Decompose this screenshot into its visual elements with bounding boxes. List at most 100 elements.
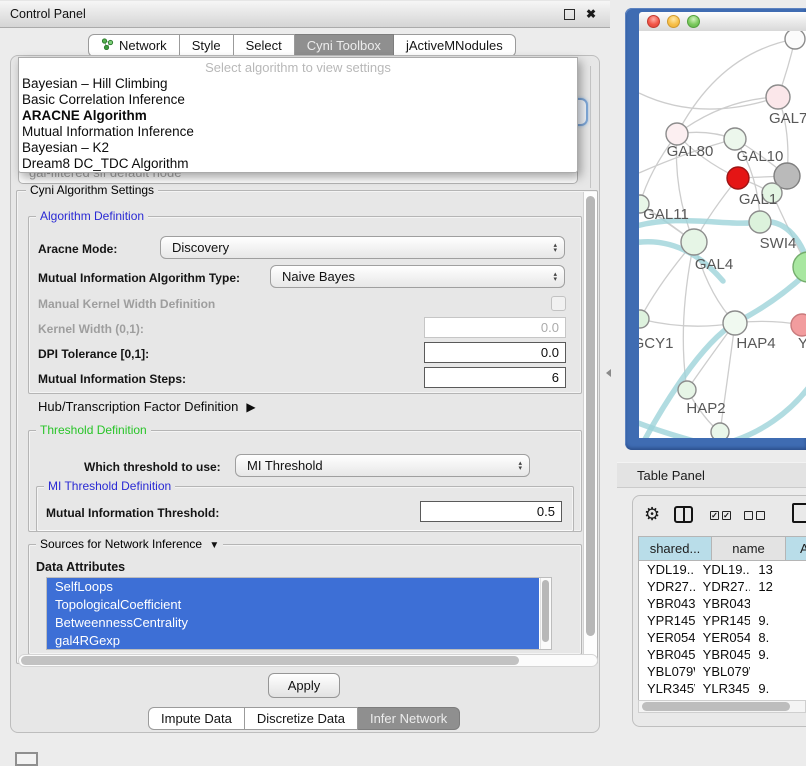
- attribute-gal4rgexp[interactable]: gal4RGexp: [47, 632, 539, 650]
- mi-steps-label: Mutual Information Steps:: [38, 372, 186, 386]
- table-row[interactable]: YBR045CYBR045C9.: [639, 646, 806, 663]
- data-attributes-list[interactable]: SelfLoopsTopologicalCoefficientBetweenne…: [46, 577, 552, 650]
- export-table-icon[interactable]: [792, 503, 806, 523]
- tab-network[interactable]: Network: [88, 34, 180, 57]
- apply-button[interactable]: Apply: [268, 673, 340, 698]
- cell: YBR043C: [639, 595, 695, 612]
- attributes-scrollbar-thumb[interactable]: [542, 580, 549, 642]
- collapsed-panel-stub[interactable]: [15, 752, 38, 766]
- tab-label: Select: [246, 38, 282, 53]
- columns-icon[interactable]: [674, 506, 693, 523]
- mi-steps-input[interactable]: [424, 367, 566, 388]
- select-all-columns-icon[interactable]: ✓ ✓: [710, 511, 731, 520]
- aracne-mode-combo[interactable]: Discovery ▴▾: [160, 236, 565, 259]
- node[interactable]: [727, 167, 749, 189]
- kernel-width-input[interactable]: [424, 317, 566, 338]
- edge[interactable]: [677, 97, 778, 134]
- node[interactable]: [711, 423, 729, 438]
- algorithm-option-dream8-dc-tdc-algorithm[interactable]: Dream8 DC_TDC Algorithm: [19, 156, 577, 172]
- network-canvas[interactable]: GAL7GAL80GAL10GAL1GAL11SWI4GAL4YGCY1HAP4…: [639, 31, 806, 438]
- node-hap2[interactable]: [678, 381, 696, 399]
- close-icon[interactable]: ✖: [586, 9, 596, 19]
- node[interactable]: [793, 252, 806, 282]
- cell: YLR345W: [639, 680, 695, 697]
- table-row[interactable]: YLR345WYLR345W9.: [639, 680, 806, 697]
- table-row[interactable]: YDL19...YDL19...13: [639, 561, 806, 578]
- table-row[interactable]: YDR27...YDR27...12: [639, 578, 806, 595]
- cyni-algorithm-settings-title: Cyni Algorithm Settings: [26, 183, 158, 197]
- tab-discretize-data[interactable]: Discretize Data: [245, 707, 358, 730]
- network-view-titlebar[interactable]: [639, 12, 806, 31]
- tab-label: Style: [192, 38, 221, 53]
- close-traffic-light-icon[interactable]: [647, 15, 660, 28]
- algorithm-option-bayesian-k2[interactable]: Bayesian – K2: [19, 140, 577, 156]
- manual-kernel-checkbox[interactable]: [551, 296, 566, 311]
- column-header-a[interactable]: A: [786, 536, 806, 561]
- node[interactable]: [791, 314, 806, 336]
- column-header-shared[interactable]: shared...: [638, 536, 712, 561]
- table-row[interactable]: YER054CYER054C8.: [639, 629, 806, 646]
- tab-infer-network[interactable]: Infer Network: [358, 707, 460, 730]
- which-threshold-combo[interactable]: MI Threshold ▴▾: [235, 454, 530, 477]
- collapse-down-icon: ▼: [209, 540, 219, 551]
- table-row[interactable]: YBL079WYBL079W: [639, 663, 806, 680]
- dpi-tolerance-input[interactable]: [424, 342, 566, 363]
- node[interactable]: [724, 128, 746, 150]
- mi-threshold-input[interactable]: [420, 501, 562, 522]
- node-gal80[interactable]: [666, 123, 688, 145]
- node[interactable]: [766, 85, 790, 109]
- tab-impute-data[interactable]: Impute Data: [148, 707, 245, 730]
- table-row[interactable]: YPR145WYPR145W9.: [639, 612, 806, 629]
- cell: YBR045C: [639, 646, 695, 663]
- tab-jactivemnodules[interactable]: jActiveMNodules: [394, 34, 516, 57]
- tab-cyni-toolbox[interactable]: Cyni Toolbox: [295, 34, 394, 57]
- gear-icon[interactable]: ⚙: [644, 504, 660, 524]
- node-hap4[interactable]: [723, 311, 747, 335]
- hub-definition-expander[interactable]: Hub/Transcription Factor Definition ▶: [38, 399, 256, 414]
- float-window-icon[interactable]: [564, 9, 575, 20]
- algorithm-option-bayesian-hill-climbing[interactable]: Bayesian – Hill Climbing: [19, 76, 577, 92]
- splitpane-handle[interactable]: [606, 369, 611, 377]
- sources-group-title[interactable]: Sources for Network Inference ▼: [36, 537, 223, 551]
- cell: 9.: [750, 680, 806, 697]
- cell: 8.: [750, 629, 806, 646]
- deselect-all-columns-icon[interactable]: [744, 511, 765, 520]
- node-gcy1[interactable]: [639, 310, 649, 328]
- attribute-betweennesscentrality[interactable]: BetweennessCentrality: [47, 614, 539, 632]
- algorithm-definition-title: Algorithm Definition: [36, 209, 148, 223]
- algorithm-option-aracne-algorithm[interactable]: ARACNE Algorithm: [19, 108, 577, 124]
- algorithm-option-mutual-information-inference[interactable]: Mutual Information Inference: [19, 124, 577, 140]
- cell: YBL079W: [639, 663, 695, 680]
- algorithm-option-basic-correlation-inference[interactable]: Basic Correlation Inference: [19, 92, 577, 108]
- tab-select[interactable]: Select: [234, 34, 295, 57]
- edge[interactable]: [639, 93, 778, 109]
- combo-arrows-icon: ▴▾: [518, 461, 522, 471]
- unchecked-box-icon: [744, 511, 753, 520]
- table-header-row: shared...nameA: [638, 536, 806, 561]
- edge-highlighted[interactable]: [727, 387, 806, 438]
- node-label: GAL1: [739, 191, 777, 208]
- mi-type-combo[interactable]: Naive Bayes ▴▾: [270, 265, 565, 288]
- minimize-traffic-light-icon[interactable]: [667, 15, 680, 28]
- settings-hscrollbar-thumb[interactable]: [21, 656, 519, 665]
- table-hscrollbar-thumb[interactable]: [642, 702, 790, 711]
- zoom-traffic-light-icon[interactable]: [687, 15, 700, 28]
- settings-scrollbar-thumb[interactable]: [586, 196, 595, 636]
- network-graph: GAL7GAL80GAL10GAL1GAL11SWI4GAL4YGCY1HAP4…: [639, 31, 806, 438]
- column-header-name[interactable]: name: [712, 536, 786, 561]
- checked-box-icon: ✓: [710, 511, 719, 520]
- node-swi4[interactable]: [749, 211, 771, 233]
- edge[interactable]: [640, 319, 735, 326]
- cell: YBR045C: [695, 646, 751, 663]
- tab-label: Network: [119, 38, 167, 53]
- node[interactable]: [785, 31, 805, 49]
- control-panel-tabs: Network Style Select Cyni ToolboxjActiveMNo…: [88, 34, 516, 57]
- unchecked-box-icon: [756, 511, 765, 520]
- attribute-selfloops[interactable]: SelfLoops: [47, 578, 539, 596]
- attribute-topologicalcoefficient[interactable]: TopologicalCoefficient: [47, 596, 539, 614]
- table-row[interactable]: YBR043CYBR043C: [639, 595, 806, 612]
- cell: YDL19...: [695, 561, 751, 578]
- node-gal4[interactable]: [681, 229, 707, 255]
- node-label: HAP4: [736, 335, 775, 352]
- tab-style[interactable]: Style: [180, 34, 234, 57]
